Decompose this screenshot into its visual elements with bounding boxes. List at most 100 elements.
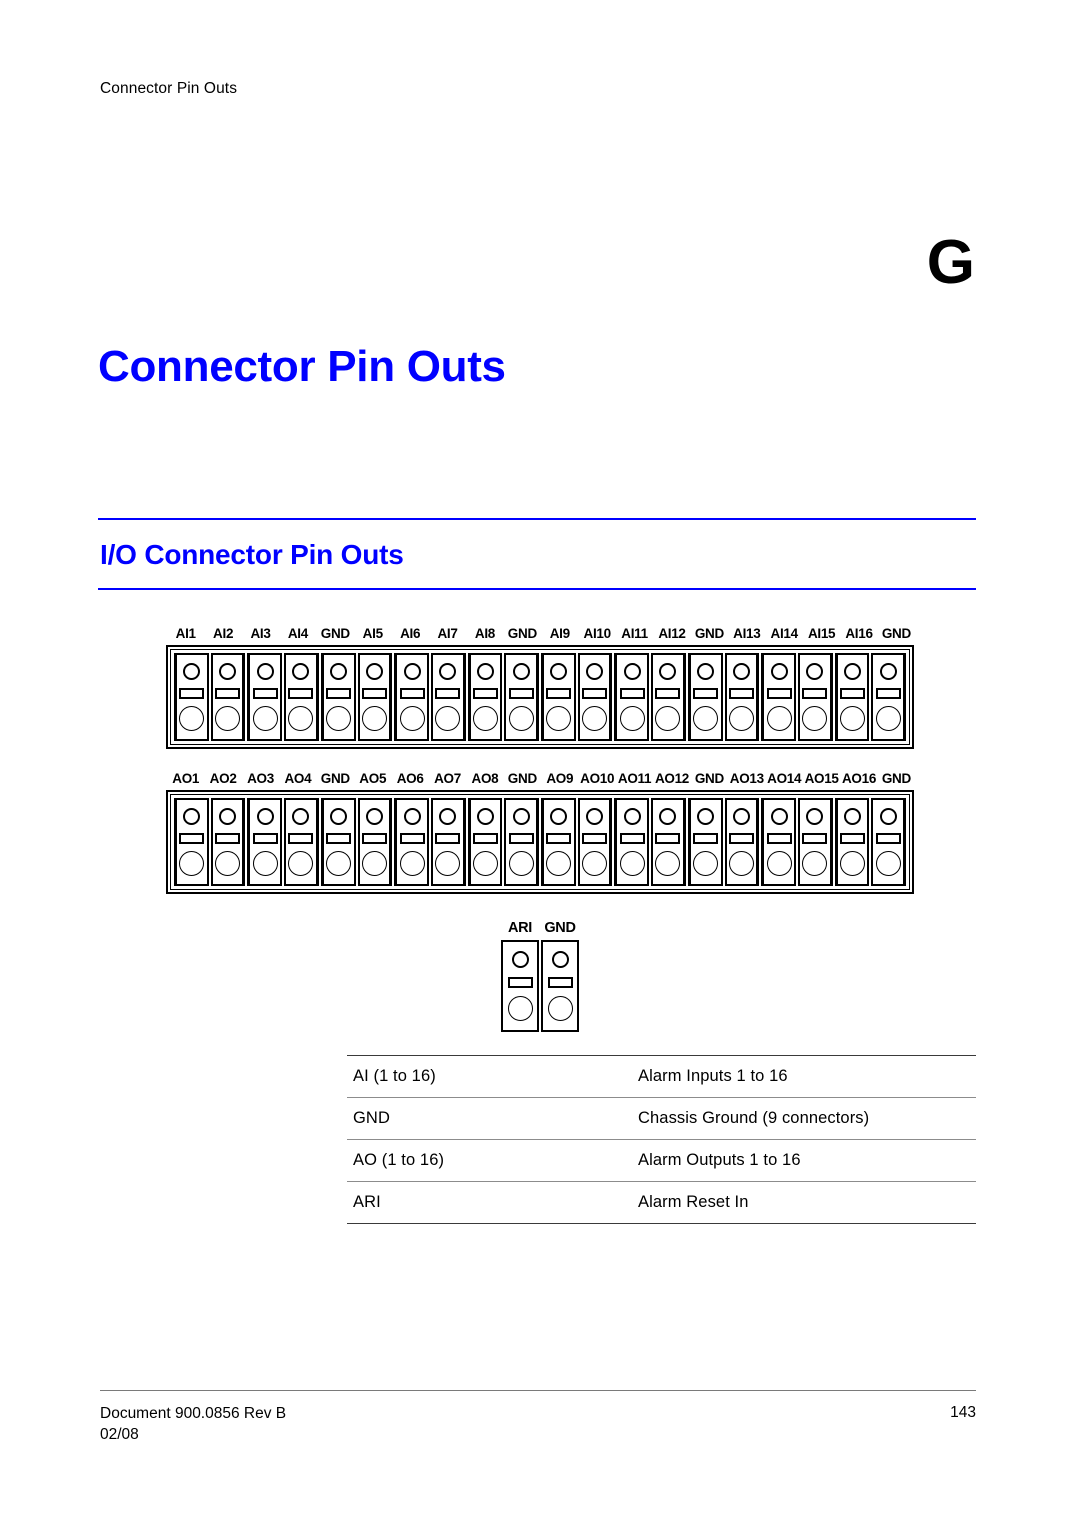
pin-hole-icon (655, 706, 681, 732)
pin-label: GND (507, 771, 537, 786)
pin-label: AI2 (213, 626, 234, 641)
pin-slot-icon (179, 832, 205, 844)
pin-slot-icon (875, 687, 901, 699)
pin-slot-icon (288, 832, 314, 844)
pin-slot-icon (508, 832, 534, 844)
pin-slot-icon (582, 687, 608, 699)
pin-terminal (284, 798, 319, 886)
pin-label: AO4 (284, 771, 312, 786)
pin-label: AO1 (172, 771, 200, 786)
pin-screw-icon (770, 662, 788, 680)
pin-hole-icon (472, 706, 498, 732)
pin-screw-icon (697, 662, 715, 680)
pin-hole-icon (546, 706, 572, 732)
pin-slot-icon (546, 832, 572, 844)
pin-slot-icon (655, 687, 681, 699)
pin-hole-icon (215, 851, 241, 877)
pin-terminal (357, 798, 393, 886)
pin-label: AO8 (471, 771, 499, 786)
pin-terminal (577, 798, 613, 886)
alarm-input-pin-row (170, 649, 910, 745)
pin-slot-icon (546, 687, 572, 699)
pin-screw-icon (292, 662, 310, 680)
pin-screw-icon (623, 807, 641, 825)
alarm-output-pin-row (170, 794, 910, 890)
pin-screw-icon (879, 662, 897, 680)
legend-term: ARI (347, 1181, 632, 1224)
pin-slot-icon (582, 832, 608, 844)
pin-label: AI6 (400, 626, 421, 641)
pin-hole-icon (547, 996, 573, 1022)
footer-date: 02/08 (100, 1425, 139, 1443)
pin-screw-icon (659, 662, 677, 680)
pin-screw-icon (476, 807, 494, 825)
pin-label: AO13 (729, 771, 764, 786)
pin-terminal (430, 653, 466, 741)
table-row: GND Chassis Ground (9 connectors) (347, 1097, 976, 1140)
pin-label: AO12 (654, 771, 690, 786)
pin-slot-icon (547, 976, 573, 988)
pin-label: AI3 (250, 626, 271, 641)
pin-terminal (541, 653, 576, 741)
pin-terminal (834, 653, 870, 741)
pin-hole-icon (840, 851, 865, 877)
footer-document-info: Document 900.0856 Rev B 02/08 (100, 1404, 286, 1446)
pin-screw-icon (732, 662, 750, 680)
pin-terminal (577, 653, 613, 741)
section-heading: I/O Connector Pin Outs (100, 539, 404, 570)
pin-hole-icon (619, 706, 645, 732)
legend-description: Chassis Ground (9 connectors) (632, 1097, 976, 1140)
pin-slot-icon (472, 687, 498, 699)
running-header: Connector Pin Outs (100, 80, 238, 97)
pin-terminal (614, 653, 650, 741)
pin-slot-icon (802, 687, 828, 699)
pin-screw-icon (806, 807, 824, 825)
pin-screw-icon (439, 662, 457, 680)
pin-hole-icon (252, 706, 278, 732)
pin-terminal (504, 798, 540, 886)
pin-terminal (320, 653, 356, 741)
pin-slot-icon (507, 976, 533, 988)
pin-terminal (320, 798, 356, 886)
pin-slot-icon (252, 687, 278, 699)
pin-label: GND (881, 771, 911, 786)
pin-slot-icon (326, 687, 352, 699)
pin-label: GND (694, 771, 724, 786)
pin-hole-icon (435, 851, 461, 877)
pin-slot-icon (619, 687, 645, 699)
alarm-output-pin-labels: AO1 AO2 AO3 AO4 GND AO5 AO6 AO7 AO8 GND AO9 AO10 AO1… (165, 771, 915, 786)
pin-screw-icon (586, 807, 604, 825)
pin-hole-icon (326, 706, 352, 732)
pin-label: AI5 (362, 626, 383, 641)
pin-terminal (394, 798, 429, 886)
pin-terminal (467, 653, 503, 741)
pin-terminal (174, 653, 209, 741)
pin-terminal (651, 798, 686, 886)
pin-label: AO7 (434, 771, 461, 786)
pin-hole-icon (508, 706, 534, 732)
pin-slot-icon (875, 832, 901, 844)
pin-slot-icon (361, 832, 387, 844)
pin-label: GND (507, 626, 537, 641)
pin-slot-icon (399, 832, 425, 844)
pin-hole-icon (399, 851, 425, 877)
pin-label: AI7 (437, 626, 458, 641)
pin-slot-icon (435, 832, 461, 844)
pin-terminal (724, 653, 760, 741)
pin-hole-icon (326, 851, 352, 877)
pin-hole-icon (875, 851, 901, 877)
pin-screw-icon (403, 807, 421, 825)
pin-screw-icon (659, 807, 677, 825)
pin-slot-icon (728, 687, 754, 699)
pin-slot-icon (252, 832, 278, 844)
table-row: ARI Alarm Reset In (347, 1181, 976, 1224)
pin-label: AI15 (807, 626, 836, 641)
pin-slot-icon (472, 832, 498, 844)
alarm-reset-terminal-block (500, 940, 580, 1032)
table-row: AI (1 to 16) Alarm Inputs 1 to 16 (347, 1055, 976, 1098)
alarm-input-terminal-block (166, 645, 914, 749)
table-row: AO (1 to 16) Alarm Outputs 1 to 16 (347, 1139, 976, 1182)
legend-term: AI (1 to 16) (347, 1055, 632, 1098)
pin-hole-icon (875, 706, 901, 732)
pin-slot-icon (840, 687, 865, 699)
